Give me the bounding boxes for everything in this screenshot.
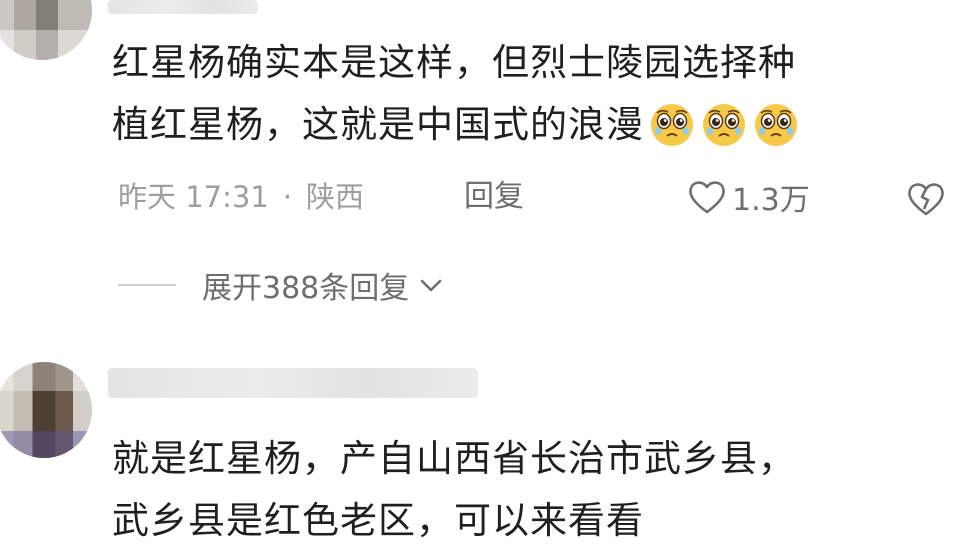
like-count: 1.3万 [732,183,810,218]
pleading-face-icon [651,103,693,146]
pleading-face-icon [755,103,797,146]
comment-location: 陕西 [306,180,365,214]
avatar[interactable] [0,362,92,458]
comment-text-line: 武乡县是红色老区，可以来看看 [112,499,644,542]
avatar[interactable] [0,0,92,60]
broken-heart-icon[interactable] [906,178,946,218]
chevron-down-icon [420,279,442,292]
divider [118,284,176,286]
comment-list: 红星杨确实本是这样，但烈士陵园选择种 植红星杨，这就是中国式的浪漫 昨天 17:… [0,0,977,552]
comment-text-segment: 植红星杨，这就是中国式的浪漫 [112,103,644,146]
pleading-face-icon [703,103,745,146]
comment-time: 昨天 17:31 [118,180,269,214]
reply-button[interactable]: 回复 [464,172,524,222]
comment-text-line: 植红星杨，这就是中国式的浪漫 [112,94,800,156]
meta-separator: · [282,180,293,214]
username-blurred[interactable] [108,0,258,14]
username-blurred[interactable] [108,368,478,398]
expand-replies-button[interactable]: 展开388条回复 [118,260,445,310]
comment-text-line: 就是红星杨，产自山西省长治市武乡县， [112,437,796,480]
comment-text-line: 红星杨确实本是这样，但烈士陵园选择种 [112,41,796,84]
heart-icon [689,181,725,214]
comment-meta: 昨天 17:31 · 陕西 [118,172,364,222]
like-button[interactable]: 1.3万 [688,172,810,222]
expand-replies-label: 展开388条回复 [202,271,410,306]
